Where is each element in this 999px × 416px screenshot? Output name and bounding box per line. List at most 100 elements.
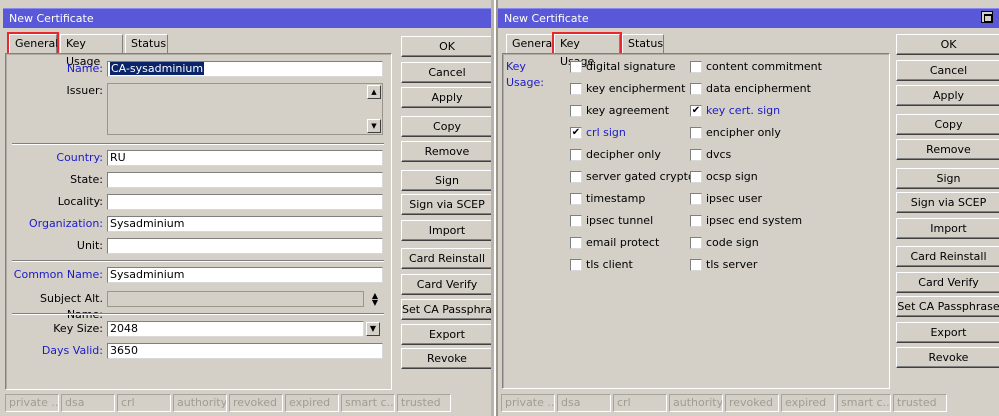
country-field[interactable]: RU (107, 150, 383, 166)
sign-via-scep-button[interactable]: Sign via SCEP (401, 194, 491, 215)
certificate-window-key-usage: New Certificate General Key Usage Status… (496, 0, 999, 416)
ok-button[interactable]: OK (401, 36, 491, 57)
separator (12, 313, 384, 315)
subject-alt-name-field[interactable] (107, 291, 364, 307)
checkbox-code-sign[interactable] (690, 237, 702, 249)
checkbox-data-encipherment[interactable] (690, 83, 702, 95)
scroll-down-icon[interactable]: ▼ (367, 119, 381, 133)
checkbox-key-encipherment[interactable] (570, 83, 582, 95)
copy-button[interactable]: Copy (401, 116, 491, 137)
import-button[interactable]: Import (401, 220, 491, 241)
checkbox-label-server-gated-crypto: server gated crypto (586, 170, 695, 183)
apply-button[interactable]: Apply (401, 87, 491, 108)
tab-general[interactable]: General (506, 34, 555, 53)
checkbox-content-commitment[interactable] (690, 61, 702, 73)
state-label: State: (70, 173, 103, 186)
tab-status[interactable]: Status (125, 34, 168, 53)
remove-button[interactable]: Remove (401, 141, 491, 162)
card-verify-button[interactable]: Card Verify (401, 274, 491, 295)
sign-via-scep-button[interactable]: Sign via SCEP (896, 192, 999, 213)
key-usage-label: Key Usage: (506, 60, 544, 89)
checkbox-label-timestamp: timestamp (586, 192, 646, 205)
checkbox-encipher-only[interactable] (690, 127, 702, 139)
export-button[interactable]: Export (896, 322, 999, 343)
checkbox-tls-server[interactable] (690, 259, 702, 271)
apply-button[interactable]: Apply (896, 85, 999, 106)
checkbox-label-decipher-only: decipher only (586, 148, 661, 161)
checkbox-timestamp[interactable] (570, 193, 582, 205)
checkbox-label-content-commitment: content commitment (706, 60, 822, 73)
key-size-select[interactable]: 2048 (107, 321, 364, 337)
status-expired: expired (285, 394, 339, 412)
checkbox-label-email-protect: email protect (586, 236, 660, 249)
window-title: New Certificate (3, 8, 491, 28)
checkbox-dvcs[interactable] (690, 149, 702, 161)
common-name-field[interactable]: Sysadminium (107, 267, 383, 283)
status-crl: crl (117, 394, 171, 412)
card-reinstall-button[interactable]: Card Reinstall (401, 248, 491, 269)
checkbox-email-protect[interactable] (570, 237, 582, 249)
subject-alt-name-label: Subject Alt. Name: (39, 292, 103, 321)
checkbox-key-cert-sign[interactable]: ✔ (690, 105, 702, 117)
checkbox-label-ipsec-tunnel: ipsec tunnel (586, 214, 654, 227)
checkbox-server-gated-crypto[interactable] (570, 171, 582, 183)
sign-button[interactable]: Sign (896, 168, 999, 189)
status-smart-card: smart c... (341, 394, 395, 412)
tab-general[interactable]: General (7, 32, 59, 55)
status-dsa: dsa (557, 394, 611, 412)
set-ca-passphrase-button[interactable]: Set CA Passphrase (401, 299, 491, 320)
status-crl: crl (613, 394, 667, 412)
revoke-button[interactable]: Revoke (896, 347, 999, 368)
organization-field[interactable]: Sysadminium (107, 216, 383, 232)
locality-label: Locality: (57, 195, 103, 208)
ok-button[interactable]: OK (896, 34, 999, 55)
checkbox-decipher-only[interactable] (570, 149, 582, 161)
checkbox-label-key-agreement: key agreement (586, 104, 670, 117)
checkbox-label-crl-sign: crl sign (586, 126, 626, 139)
tab-status[interactable]: Status (622, 34, 664, 53)
status-authority: authority (669, 394, 723, 412)
checkbox-ipsec-user[interactable] (690, 193, 702, 205)
separator (12, 143, 384, 145)
checkbox-label-encipher-only: encipher only (706, 126, 781, 139)
tab-key-usage[interactable]: Key Usage (60, 34, 123, 68)
sign-button[interactable]: Sign (401, 170, 491, 191)
certificate-window-general: New Certificate General Key Usage Status… (0, 0, 494, 416)
name-field[interactable]: CA-sysadminium (107, 61, 383, 77)
cancel-button[interactable]: Cancel (401, 62, 491, 83)
checkbox-digital-signature[interactable] (570, 61, 582, 73)
spin-arrows-icon[interactable]: ▲ ▼ (370, 292, 380, 307)
unit-field[interactable] (107, 238, 383, 254)
status-revoked: revoked (725, 394, 779, 412)
days-valid-field[interactable]: 3650 (107, 343, 383, 359)
checkbox-key-agreement[interactable] (570, 105, 582, 117)
revoke-button[interactable]: Revoke (401, 348, 491, 369)
checkbox-ocsp-sign[interactable] (690, 171, 702, 183)
scroll-up-icon[interactable]: ▲ (367, 85, 381, 99)
dropdown-arrow-icon[interactable]: ▼ (366, 322, 380, 336)
organization-label: Organization: (28, 217, 103, 230)
export-button[interactable]: Export (401, 324, 491, 345)
checkbox-label-ipsec-end-system: ipsec end system (706, 214, 803, 227)
locality-field[interactable] (107, 194, 383, 210)
tab-key-usage[interactable]: Key Usage (552, 32, 622, 68)
checkbox-ipsec-end-system[interactable] (690, 215, 702, 227)
copy-button[interactable]: Copy (896, 114, 999, 135)
cancel-button[interactable]: Cancel (896, 60, 999, 81)
remove-button[interactable]: Remove (896, 139, 999, 160)
days-valid-label: Days Valid: (41, 344, 103, 357)
checkbox-crl-sign[interactable]: ✔ (570, 127, 582, 139)
checkbox-tls-client[interactable] (570, 259, 582, 271)
country-label: Country: (56, 151, 103, 164)
maximize-icon[interactable] (981, 11, 993, 23)
issuer-field[interactable] (107, 83, 383, 135)
status-trusted: trusted (893, 394, 947, 412)
import-button[interactable]: Import (896, 218, 999, 239)
card-verify-button[interactable]: Card Verify (896, 272, 999, 293)
set-ca-passphrase-button[interactable]: Set CA Passphrase (896, 296, 999, 317)
card-reinstall-button[interactable]: Card Reinstall (896, 246, 999, 267)
status-trusted: trusted (397, 394, 451, 412)
checkbox-ipsec-tunnel[interactable] (570, 215, 582, 227)
state-field[interactable] (107, 172, 383, 188)
checkbox-label-dvcs: dvcs (706, 148, 732, 161)
